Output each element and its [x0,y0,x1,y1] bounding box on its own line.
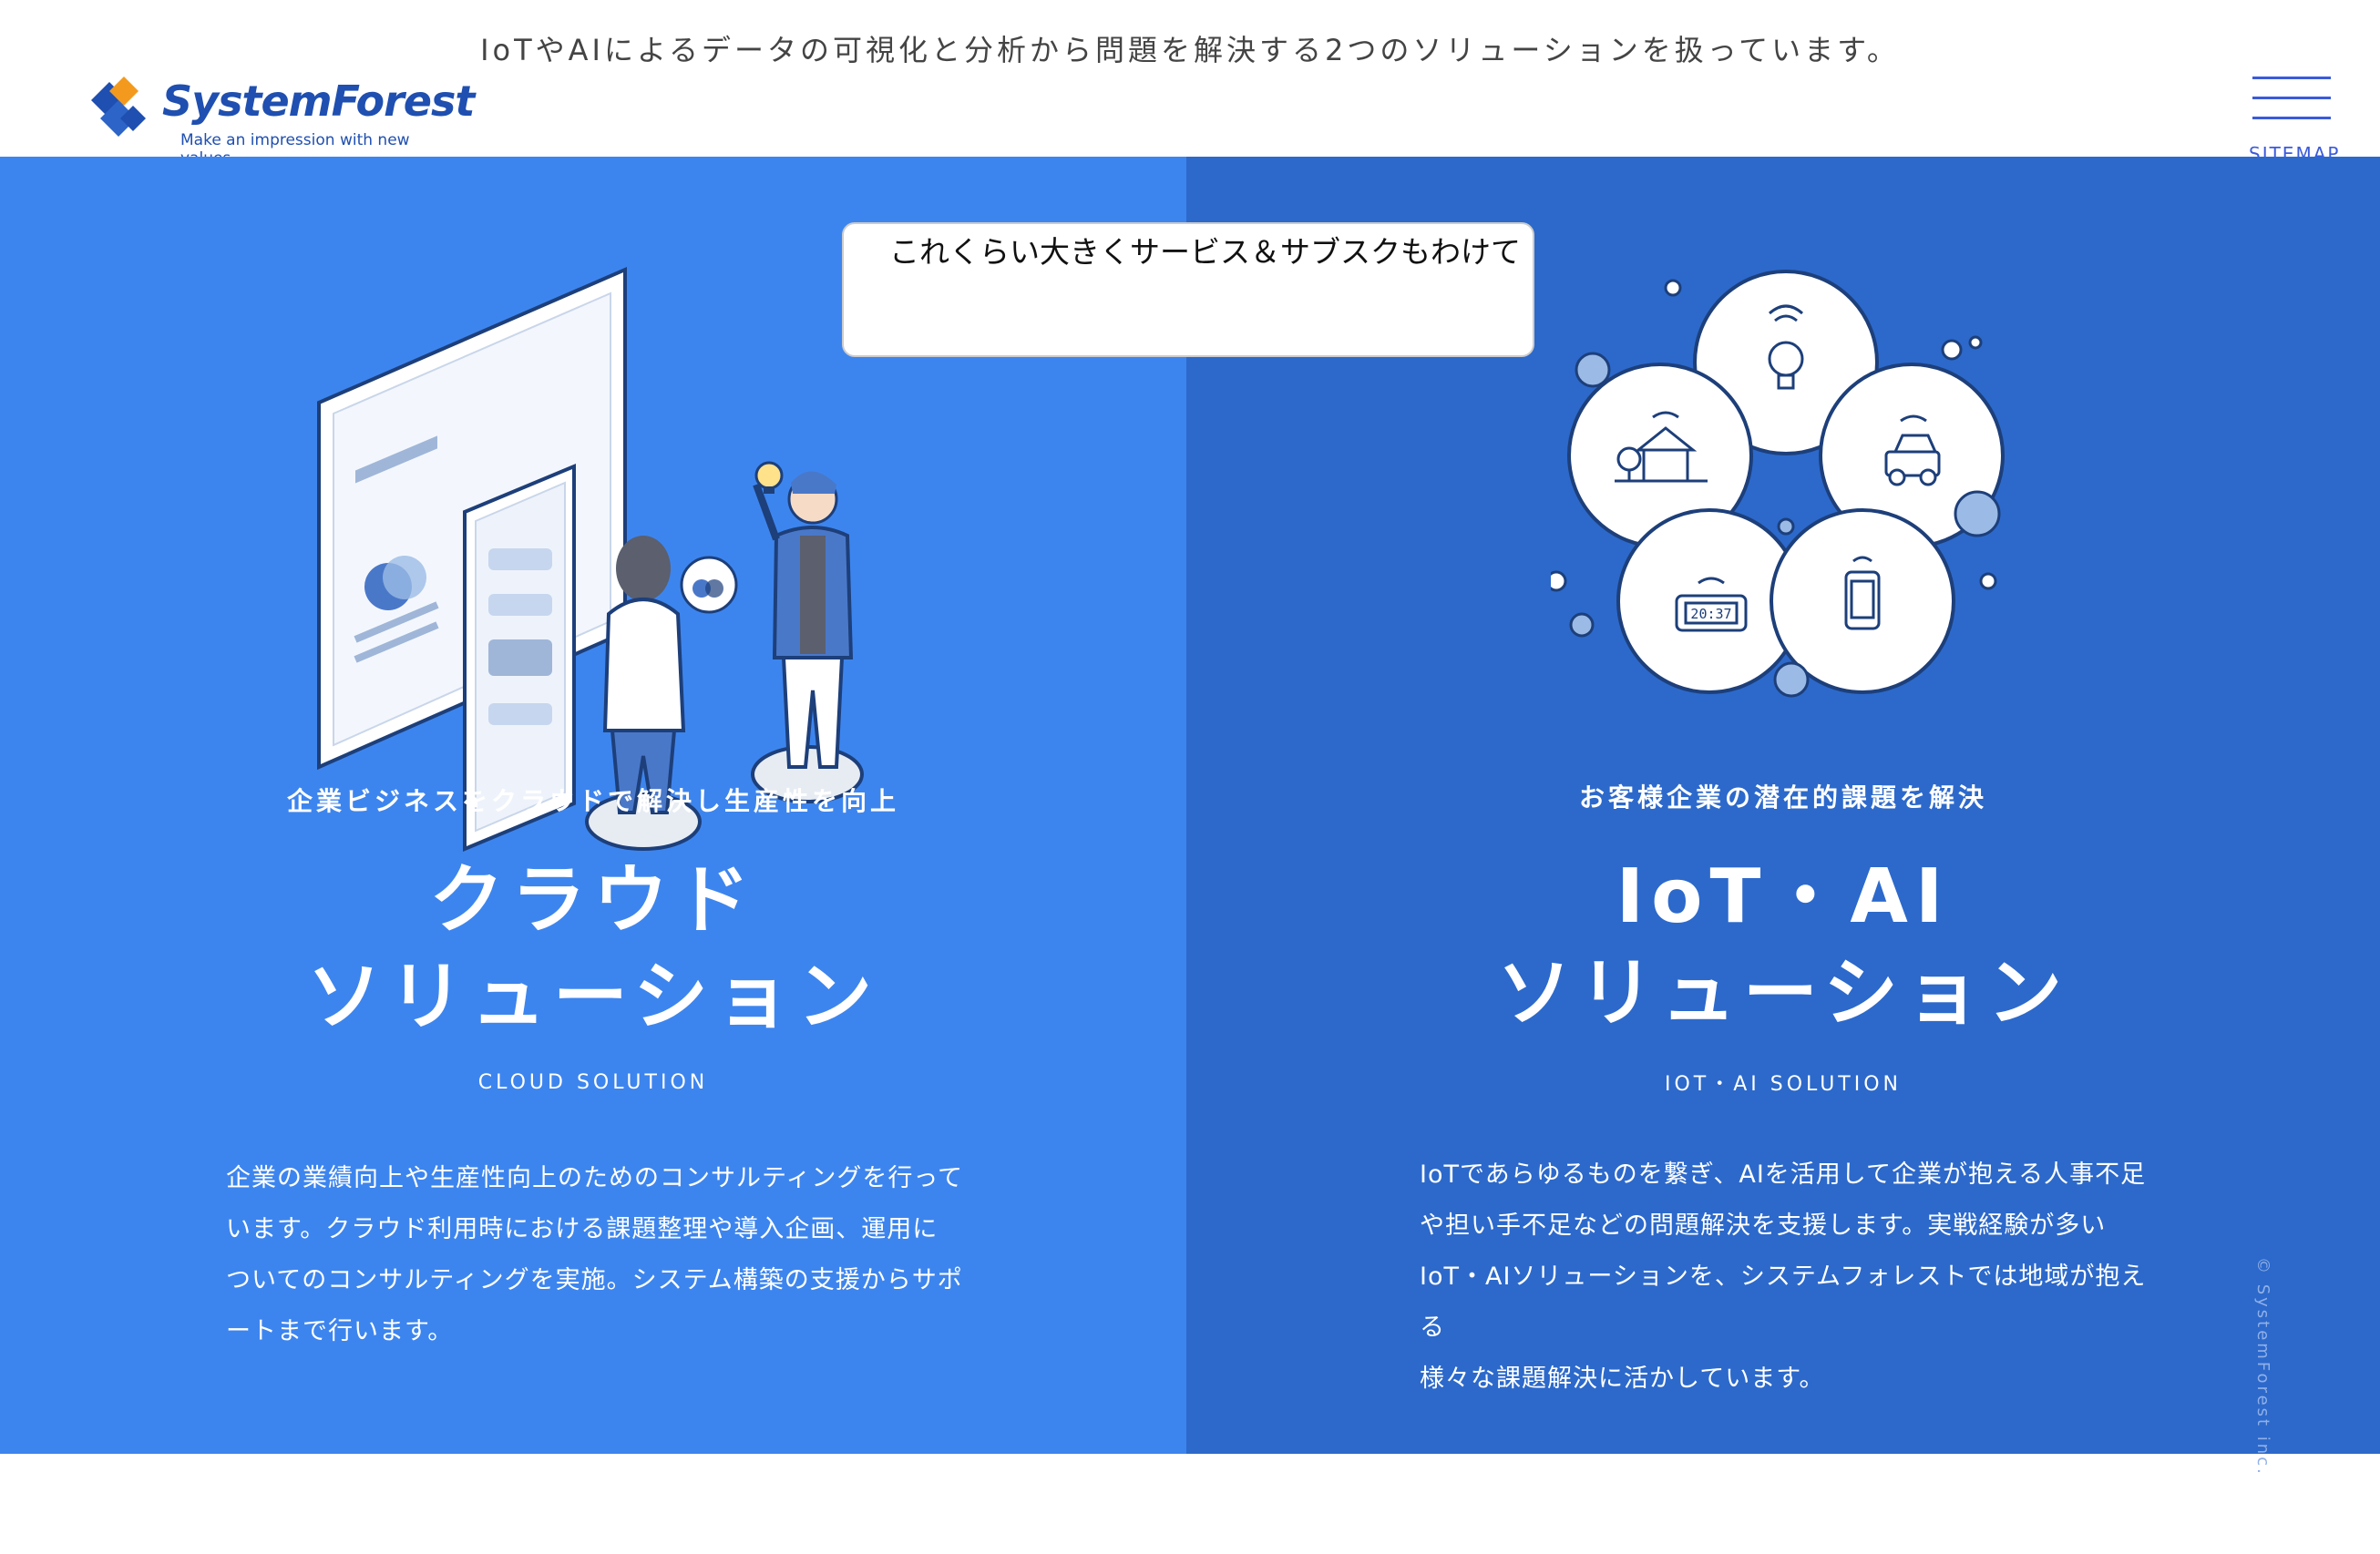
clock-display: 20:37 [1690,606,1731,622]
cloud-title-line1: クラウド [428,857,757,944]
site-header: IoTやAIによるデータの可視化と分析から問題を解決する2つのソリューションを扱… [0,0,2380,168]
iot-title[interactable]: IoT・AI ソリューション [1186,849,2380,1042]
iot-title-line2: ソリューション [1496,950,2070,1037]
description-line: ートまで行います。 [226,1317,454,1345]
logo-mark-icon [91,77,146,137]
description-line: IoTであらゆるものを繋ぎ、AIを活用して企業が抱える人事不足 [1420,1160,2147,1189]
iot-catchphrase: お客様企業の潜在的課題を解決 [1578,782,1987,813]
description-line: や担い手不足などの問題解決を支援します。実戦経験が多い [1420,1212,2107,1240]
cloud-title-line2: ソリューション [306,954,880,1040]
annotation-note-text: これくらい大きくサービス＆サブスクもわけて [889,235,1521,269]
header-tagline: IoTやAIによるデータの可視化と分析から問題を解決する2つのソリューションを扱… [480,33,1900,67]
cloud-en-label: CLOUD SOLUTION [477,1071,709,1094]
menu-line-icon [2252,97,2331,99]
description-line: ついてのコンサルティングを実施。システム構築の支援からサポ [226,1266,963,1294]
description-line: います。クラウド利用時における課題整理や導入企画、運用に [226,1215,939,1243]
logo-name: SystemForest [162,77,475,126]
iot-en-label: IOT・AI SOLUTION [1664,1073,1903,1096]
cloud-catchphrase: 企業ビジネスをクラウドで解決し生産性を向上 [286,786,899,816]
iot-illustration-icon: 20:37 [1551,270,2005,698]
cloud-title[interactable]: クラウド ソリューション [0,853,1186,1046]
menu-line-icon [2252,77,2331,79]
iot-description: IoTであらゆるものを繋ぎ、AIを活用して企業が抱える人事不足 や担い手不足など… [1420,1150,2167,1405]
annotation-note: これくらい大きくサービス＆サブスクもわけて [842,222,1534,357]
sitemap-menu-button[interactable]: SITEMAP [2249,75,2338,165]
description-line: IoT・AIソリューションを、システムフォレストでは地域が抱える [1420,1263,2147,1342]
description-line: 様々な課題解決に活かしています。 [1420,1365,1825,1393]
iot-title-line1: IoT・AI [1616,854,1951,940]
site-logo[interactable]: SystemForest Make an impression with new… [82,73,475,168]
menu-line-icon [2252,117,2331,119]
description-line: 企業の業績向上や生産性向上のためのコンサルティングを行って [226,1164,964,1192]
cloud-description: 企業の業績向上や生産性向上のためのコンサルティングを行って います。クラウド利用… [226,1153,973,1357]
copyright-text: © SystemForest inc. [2253,1257,2272,1477]
